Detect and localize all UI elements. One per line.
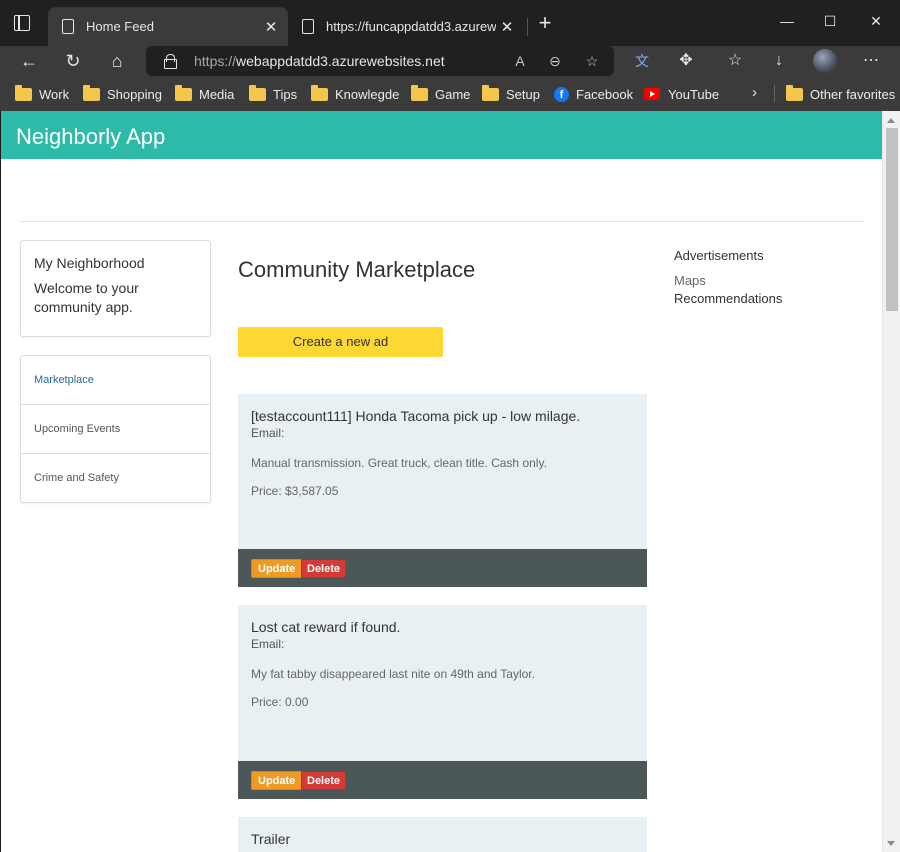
folder-icon <box>249 84 266 101</box>
chevron-right-icon[interactable]: › <box>752 84 757 101</box>
favorite-knowlegde[interactable]: Knowlegde <box>311 84 399 103</box>
folder-icon <box>786 84 803 101</box>
ad-title: [testaccount111] Honda Tacoma pick up - … <box>251 408 581 424</box>
advertisements-heading: Advertisements <box>674 248 764 263</box>
close-tab-icon[interactable]: ✕ <box>260 18 282 36</box>
nav-marketplace[interactable]: Marketplace <box>21 356 210 405</box>
favorite-work[interactable]: Work <box>15 84 69 103</box>
folder-icon <box>411 84 428 101</box>
tab-title: https://funcappdatdd3.azureweb <box>326 19 496 34</box>
url-text[interactable]: https://webappdatdd3.azurewebsites.net <box>194 53 445 69</box>
other-favorites[interactable]: Other favorites <box>786 84 895 103</box>
recommendations-link[interactable]: Recommendations <box>674 290 782 308</box>
new-tab-icon[interactable]: + <box>534 12 556 34</box>
scroll-thumb[interactable] <box>886 128 898 311</box>
add-favorite-icon[interactable]: ☆ <box>580 50 604 72</box>
back-icon[interactable]: ← <box>15 48 43 74</box>
tab-separator <box>527 18 528 36</box>
tab-strip: Home Feed ✕ https://funcappdatdd3.azurew… <box>0 0 900 46</box>
scroll-up-icon[interactable] <box>887 118 895 123</box>
favorite-game[interactable]: Game <box>411 84 470 103</box>
update-button[interactable]: Update <box>251 771 303 790</box>
header-divider <box>20 221 864 222</box>
address-bar[interactable]: https://webappdatdd3.azurewebsites.net A… <box>146 46 614 76</box>
close-tab-icon[interactable]: ✕ <box>496 18 518 36</box>
nav-upcoming-events[interactable]: Upcoming Events <box>21 405 210 454</box>
favorite-shopping[interactable]: Shopping <box>83 84 162 103</box>
update-button[interactable]: Update <box>251 559 303 578</box>
facebook-icon: f <box>554 86 569 102</box>
refresh-icon[interactable]: ↻ <box>59 48 87 74</box>
favorite-facebook[interactable]: f Facebook <box>554 85 633 103</box>
favorite-media[interactable]: Media <box>175 84 234 103</box>
favorites-bar: Work Shopping Media Tips Knowlegde Game … <box>0 76 900 111</box>
ad-price: Price: 0.00 <box>251 695 309 709</box>
browser-window: Home Feed ✕ https://funcappdatdd3.azurew… <box>0 0 900 852</box>
ad-card: Lost cat reward if found. Email: My fat … <box>238 605 647 799</box>
folder-icon <box>482 84 499 101</box>
translate-icon[interactable]: 文 <box>628 48 656 74</box>
profile-avatar[interactable] <box>813 49 837 73</box>
close-window-icon[interactable]: ✕ <box>861 10 891 32</box>
extensions-icon[interactable]: ✥ <box>672 48 700 74</box>
tab-actions-icon[interactable] <box>14 15 30 31</box>
app-title[interactable]: Neighborly App <box>16 124 165 150</box>
youtube-icon <box>644 88 660 100</box>
more-options-icon[interactable]: ⋯ <box>857 48 885 74</box>
ad-actions: Update Delete <box>238 549 647 587</box>
ad-description: Manual transmission. Great truck, clean … <box>251 456 547 470</box>
ad-card: [testaccount111] Honda Tacoma pick up - … <box>238 394 647 587</box>
folder-icon <box>311 84 328 101</box>
ad-actions: Update Delete <box>238 761 647 799</box>
ad-title: Trailer <box>251 831 291 847</box>
ad-card: Trailer <box>238 817 647 852</box>
ad-email: Email: <box>251 637 285 651</box>
zoom-icon[interactable]: ⊖ <box>543 50 567 72</box>
scroll-down-icon[interactable] <box>887 841 895 846</box>
home-icon[interactable]: ⌂ <box>103 48 131 74</box>
page-icon <box>302 19 314 34</box>
tab-funcapp[interactable]: https://funcappdatdd3.azureweb ✕ <box>288 7 524 46</box>
app-header: Neighborly App <box>1 111 882 159</box>
page-scrollbar[interactable] <box>882 111 900 852</box>
favorite-youtube[interactable]: YouTube <box>644 85 719 103</box>
tab-title: Home Feed <box>86 19 154 34</box>
ad-description: My fat tabby disappeared last nite on 49… <box>251 667 535 681</box>
read-aloud-icon[interactable]: A <box>508 50 532 72</box>
favorite-tips[interactable]: Tips <box>249 84 297 103</box>
welcome-text: Welcome to your community app. <box>34 280 139 315</box>
page-viewport: Neighborly App My Neighborhood Welcome t… <box>0 111 900 852</box>
folder-icon <box>175 84 192 101</box>
tab-home-feed[interactable]: Home Feed ✕ <box>48 7 288 46</box>
ad-title: Lost cat reward if found. <box>251 619 401 635</box>
folder-icon <box>15 84 32 101</box>
neighborhood-title: My Neighborhood <box>34 255 145 271</box>
maps-link[interactable]: Maps <box>674 272 782 290</box>
page-title: Community Marketplace <box>238 257 476 282</box>
delete-button[interactable]: Delete <box>301 771 347 790</box>
favorites-separator <box>774 85 775 102</box>
maximize-icon[interactable]: ☐ <box>815 10 845 32</box>
delete-button[interactable]: Delete <box>301 559 347 578</box>
folder-icon <box>83 84 100 101</box>
minimize-icon[interactable]: — <box>772 10 802 32</box>
ad-email: Email: <box>251 426 285 440</box>
side-nav: Marketplace Upcoming Events Crime and Sa… <box>20 355 211 503</box>
browser-toolbar: ← ↻ ⌂ https://webappdatdd3.azurewebsites… <box>0 46 900 76</box>
ad-price: Price: $3,587.05 <box>251 484 339 498</box>
page-icon <box>62 19 74 34</box>
favorite-setup[interactable]: Setup <box>482 84 540 103</box>
favorites-icon[interactable]: ☆ <box>721 48 749 74</box>
create-ad-button[interactable]: Create a new ad <box>238 327 443 357</box>
downloads-icon[interactable]: ↓ <box>765 48 793 74</box>
right-sidebar: Advertisements Maps Recommendations <box>674 247 782 308</box>
nav-crime-and-safety[interactable]: Crime and Safety <box>21 454 210 503</box>
lock-icon[interactable] <box>164 54 177 69</box>
neighborhood-panel: My Neighborhood Welcome to your communit… <box>20 240 211 337</box>
